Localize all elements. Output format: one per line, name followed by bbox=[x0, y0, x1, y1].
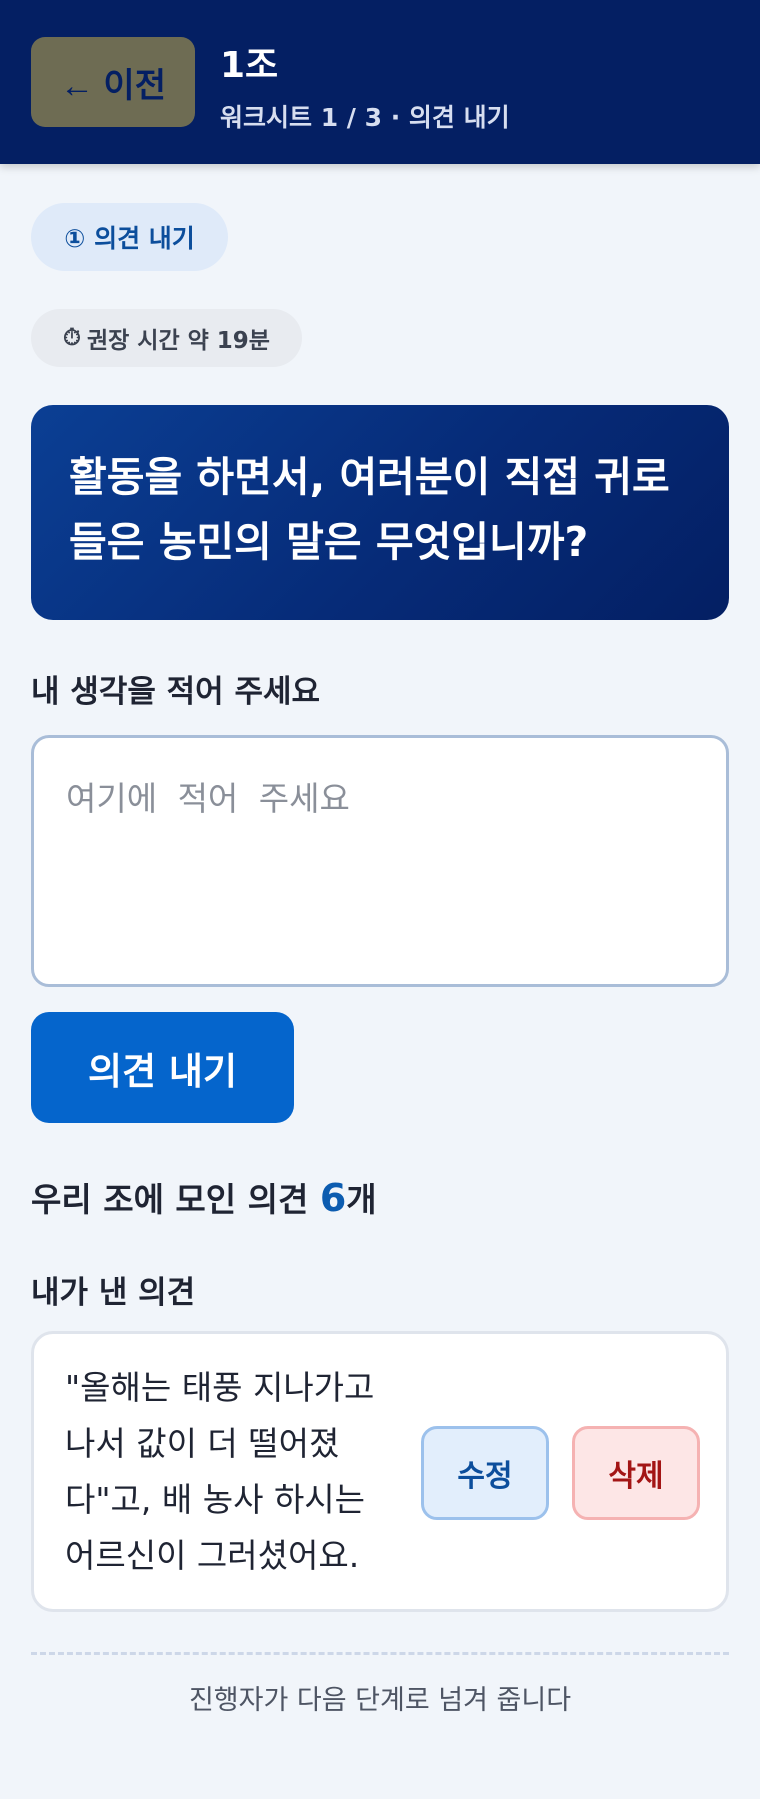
question-card: 활동을 하면서, 여러분이 직접 귀로 들은 농민의 말은 무엇입니까? bbox=[31, 405, 729, 620]
edit-button[interactable]: 수정 bbox=[421, 1426, 549, 1520]
group-title: 1조 bbox=[220, 45, 279, 86]
my-opinion-text: "올해는 태풍 지나가고 나서 값이 더 떨어졌다"고, 배 농사 하시는 어르… bbox=[65, 1368, 375, 1575]
delete-button[interactable]: 삭제 bbox=[572, 1426, 700, 1520]
recommended-time-badge: ⏱ 권장 시간 약 19분 bbox=[31, 309, 302, 367]
step-badge: ① 의견 내기 bbox=[31, 203, 228, 271]
opinion-count-suffix: 개 bbox=[346, 1180, 377, 1219]
back-button[interactable]: ← 이전 bbox=[31, 37, 195, 127]
footer-note: 진행자가 다음 단계로 넘겨 줍니다 bbox=[188, 1685, 572, 1716]
opinion-count-number: 6 bbox=[319, 1176, 347, 1220]
question-text: 활동을 하면서, 여러분이 직접 귀로 들은 농민의 말은 무엇입니까? bbox=[69, 453, 670, 566]
opinion-count-prefix: 우리 조에 모인 의견 bbox=[31, 1180, 320, 1219]
input-label: 내 생각을 적어 주세요 bbox=[31, 674, 321, 710]
stopwatch-icon: ⏱ bbox=[63, 325, 81, 351]
submit-opinion-button[interactable]: 의견 내기 bbox=[31, 1012, 294, 1123]
my-opinion-card: "올해는 태풍 지나가고 나서 값이 더 떨어졌다"고, 배 농사 하시는 어르… bbox=[31, 1331, 729, 1612]
opinion-count: 우리 조에 모인 의견 6개 bbox=[31, 1173, 377, 1221]
worksheet-subtitle: 워크시트 1 / 3 · 의견 내기 bbox=[220, 103, 510, 132]
opinion-input[interactable] bbox=[31, 735, 729, 987]
my-opinion-label: 내가 낸 의견 bbox=[31, 1275, 196, 1311]
top-header: ← 이전 1조 워크시트 1 / 3 · 의견 내기 bbox=[0, 0, 760, 164]
recommended-time-label: 권장 시간 약 19분 bbox=[86, 328, 270, 354]
dashed-divider bbox=[31, 1652, 729, 1655]
